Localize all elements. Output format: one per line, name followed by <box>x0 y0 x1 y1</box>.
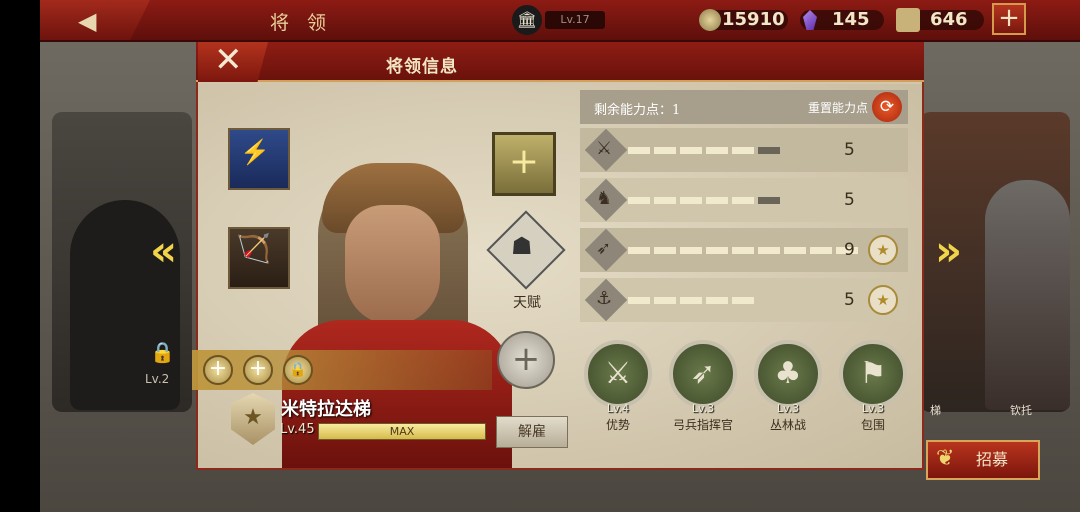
stat-segment <box>680 197 702 204</box>
recruit-label: 招募 <box>976 450 1009 469</box>
talent-label: 天赋 <box>513 295 541 311</box>
back-arrow-icon[interactable]: ◀ <box>78 7 96 35</box>
stat-segment <box>758 247 780 254</box>
horse-icon: ♞ <box>596 188 613 209</box>
stat-segment <box>680 147 702 154</box>
left-black-strip <box>0 0 40 512</box>
stat-segment <box>732 147 754 154</box>
dismiss-button[interactable]: 解雇 <box>496 416 568 448</box>
add-skill-button[interactable]: + <box>497 331 555 389</box>
skill-icon[interactable]: ⚑ <box>839 340 907 408</box>
stat-segment <box>654 197 676 204</box>
coin-icon <box>699 9 721 31</box>
crossbow-icon: 🏹 <box>236 232 271 265</box>
stat-segment <box>784 247 806 254</box>
page-title: 将 领 <box>270 12 333 34</box>
gem-socket-bar <box>192 350 492 390</box>
prev-arrow-icon[interactable]: « <box>150 226 177 275</box>
viking-hero-portrait <box>985 180 1070 410</box>
stat-bar <box>628 297 838 304</box>
coin-count: 15910 <box>722 9 785 30</box>
hero-name: 米特拉达梯 <box>281 399 371 420</box>
banner-icon: ⚡ <box>240 138 270 166</box>
skill-level: Lv.3 <box>861 402 885 415</box>
stat-segment <box>732 247 754 254</box>
sword-icon: ⚔ <box>596 138 613 159</box>
stat-value: 5 <box>844 190 855 210</box>
stat-bar <box>628 147 838 154</box>
building-icon: 🏛 <box>512 5 542 35</box>
stat-segment <box>654 297 676 304</box>
skill-level: Lv.4 <box>606 402 630 415</box>
gem-socket-locked[interactable]: 🔒 <box>283 355 313 385</box>
stat-segment <box>680 247 702 254</box>
panel-header <box>196 42 924 82</box>
skill-level: Lv.3 <box>776 402 800 415</box>
stat-segment <box>628 247 650 254</box>
prev-hero-level: Lv.2 <box>145 372 170 386</box>
lock-icon: 🔒 <box>150 340 175 364</box>
star-badge-icon[interactable]: ★ <box>868 285 898 315</box>
stat-segment <box>654 247 676 254</box>
stat-bar <box>628 197 838 204</box>
add-resource-button[interactable]: + <box>992 3 1026 35</box>
next-hero-name-fragment-2: 钦托 <box>1010 404 1032 417</box>
next-hero-name-fragment: 梯 <box>930 404 941 417</box>
skill-icon[interactable]: ♣ <box>754 340 822 408</box>
close-icon[interactable]: ✕ <box>214 40 243 80</box>
stat-segment <box>758 197 780 204</box>
stat-segment <box>810 247 832 254</box>
hero-level: Lv.45 <box>280 422 315 437</box>
building-level: Lv.17 <box>545 11 605 29</box>
stat-segment <box>706 147 728 154</box>
skill-icon[interactable]: ⚔ <box>584 340 652 408</box>
remaining-points: 剩余能力点：1 <box>594 103 681 118</box>
stat-value: 5 <box>844 140 855 160</box>
gem-count: 145 <box>832 9 870 30</box>
star-badge-icon[interactable]: ★ <box>868 235 898 265</box>
stat-segment <box>732 197 754 204</box>
skill-level: Lv.3 <box>691 402 715 415</box>
stat-segment <box>706 197 728 204</box>
food-count: 646 <box>930 9 968 30</box>
exp-bar: MAX <box>318 423 486 440</box>
stat-segment <box>706 247 728 254</box>
add-equipment-button[interactable]: + <box>492 132 556 196</box>
hero-face <box>345 205 440 325</box>
panel-title: 将领信息 <box>386 57 458 77</box>
skill-icon[interactable]: ➶ <box>669 340 737 408</box>
stat-bar <box>628 247 858 254</box>
anchor-icon: ⚓ <box>596 288 613 309</box>
stat-segment <box>758 147 780 154</box>
hero-cloak <box>282 320 512 468</box>
recruit-leaf-icon: ❦ <box>936 446 955 471</box>
stat-segment <box>732 297 754 304</box>
reset-points-button[interactable]: ⟳ <box>872 92 902 122</box>
bow-icon: ➶ <box>596 238 612 259</box>
stat-segment <box>706 297 728 304</box>
reset-points-label: 重置能力点 <box>808 101 869 115</box>
gem-socket-2[interactable]: + <box>243 355 273 385</box>
talent-helmet-icon: ☗ <box>511 232 533 260</box>
skill-name: 包围 <box>860 418 885 432</box>
stat-segment <box>654 147 676 154</box>
gem-socket-1[interactable]: + <box>203 355 233 385</box>
stat-value: 9 <box>844 240 855 260</box>
stat-value: 5 <box>844 290 855 310</box>
stat-segment <box>628 297 650 304</box>
stat-segment <box>680 297 702 304</box>
stat-segment <box>628 197 650 204</box>
food-icon <box>896 8 920 32</box>
stat-segment <box>628 147 650 154</box>
next-arrow-icon[interactable]: » <box>935 226 962 275</box>
